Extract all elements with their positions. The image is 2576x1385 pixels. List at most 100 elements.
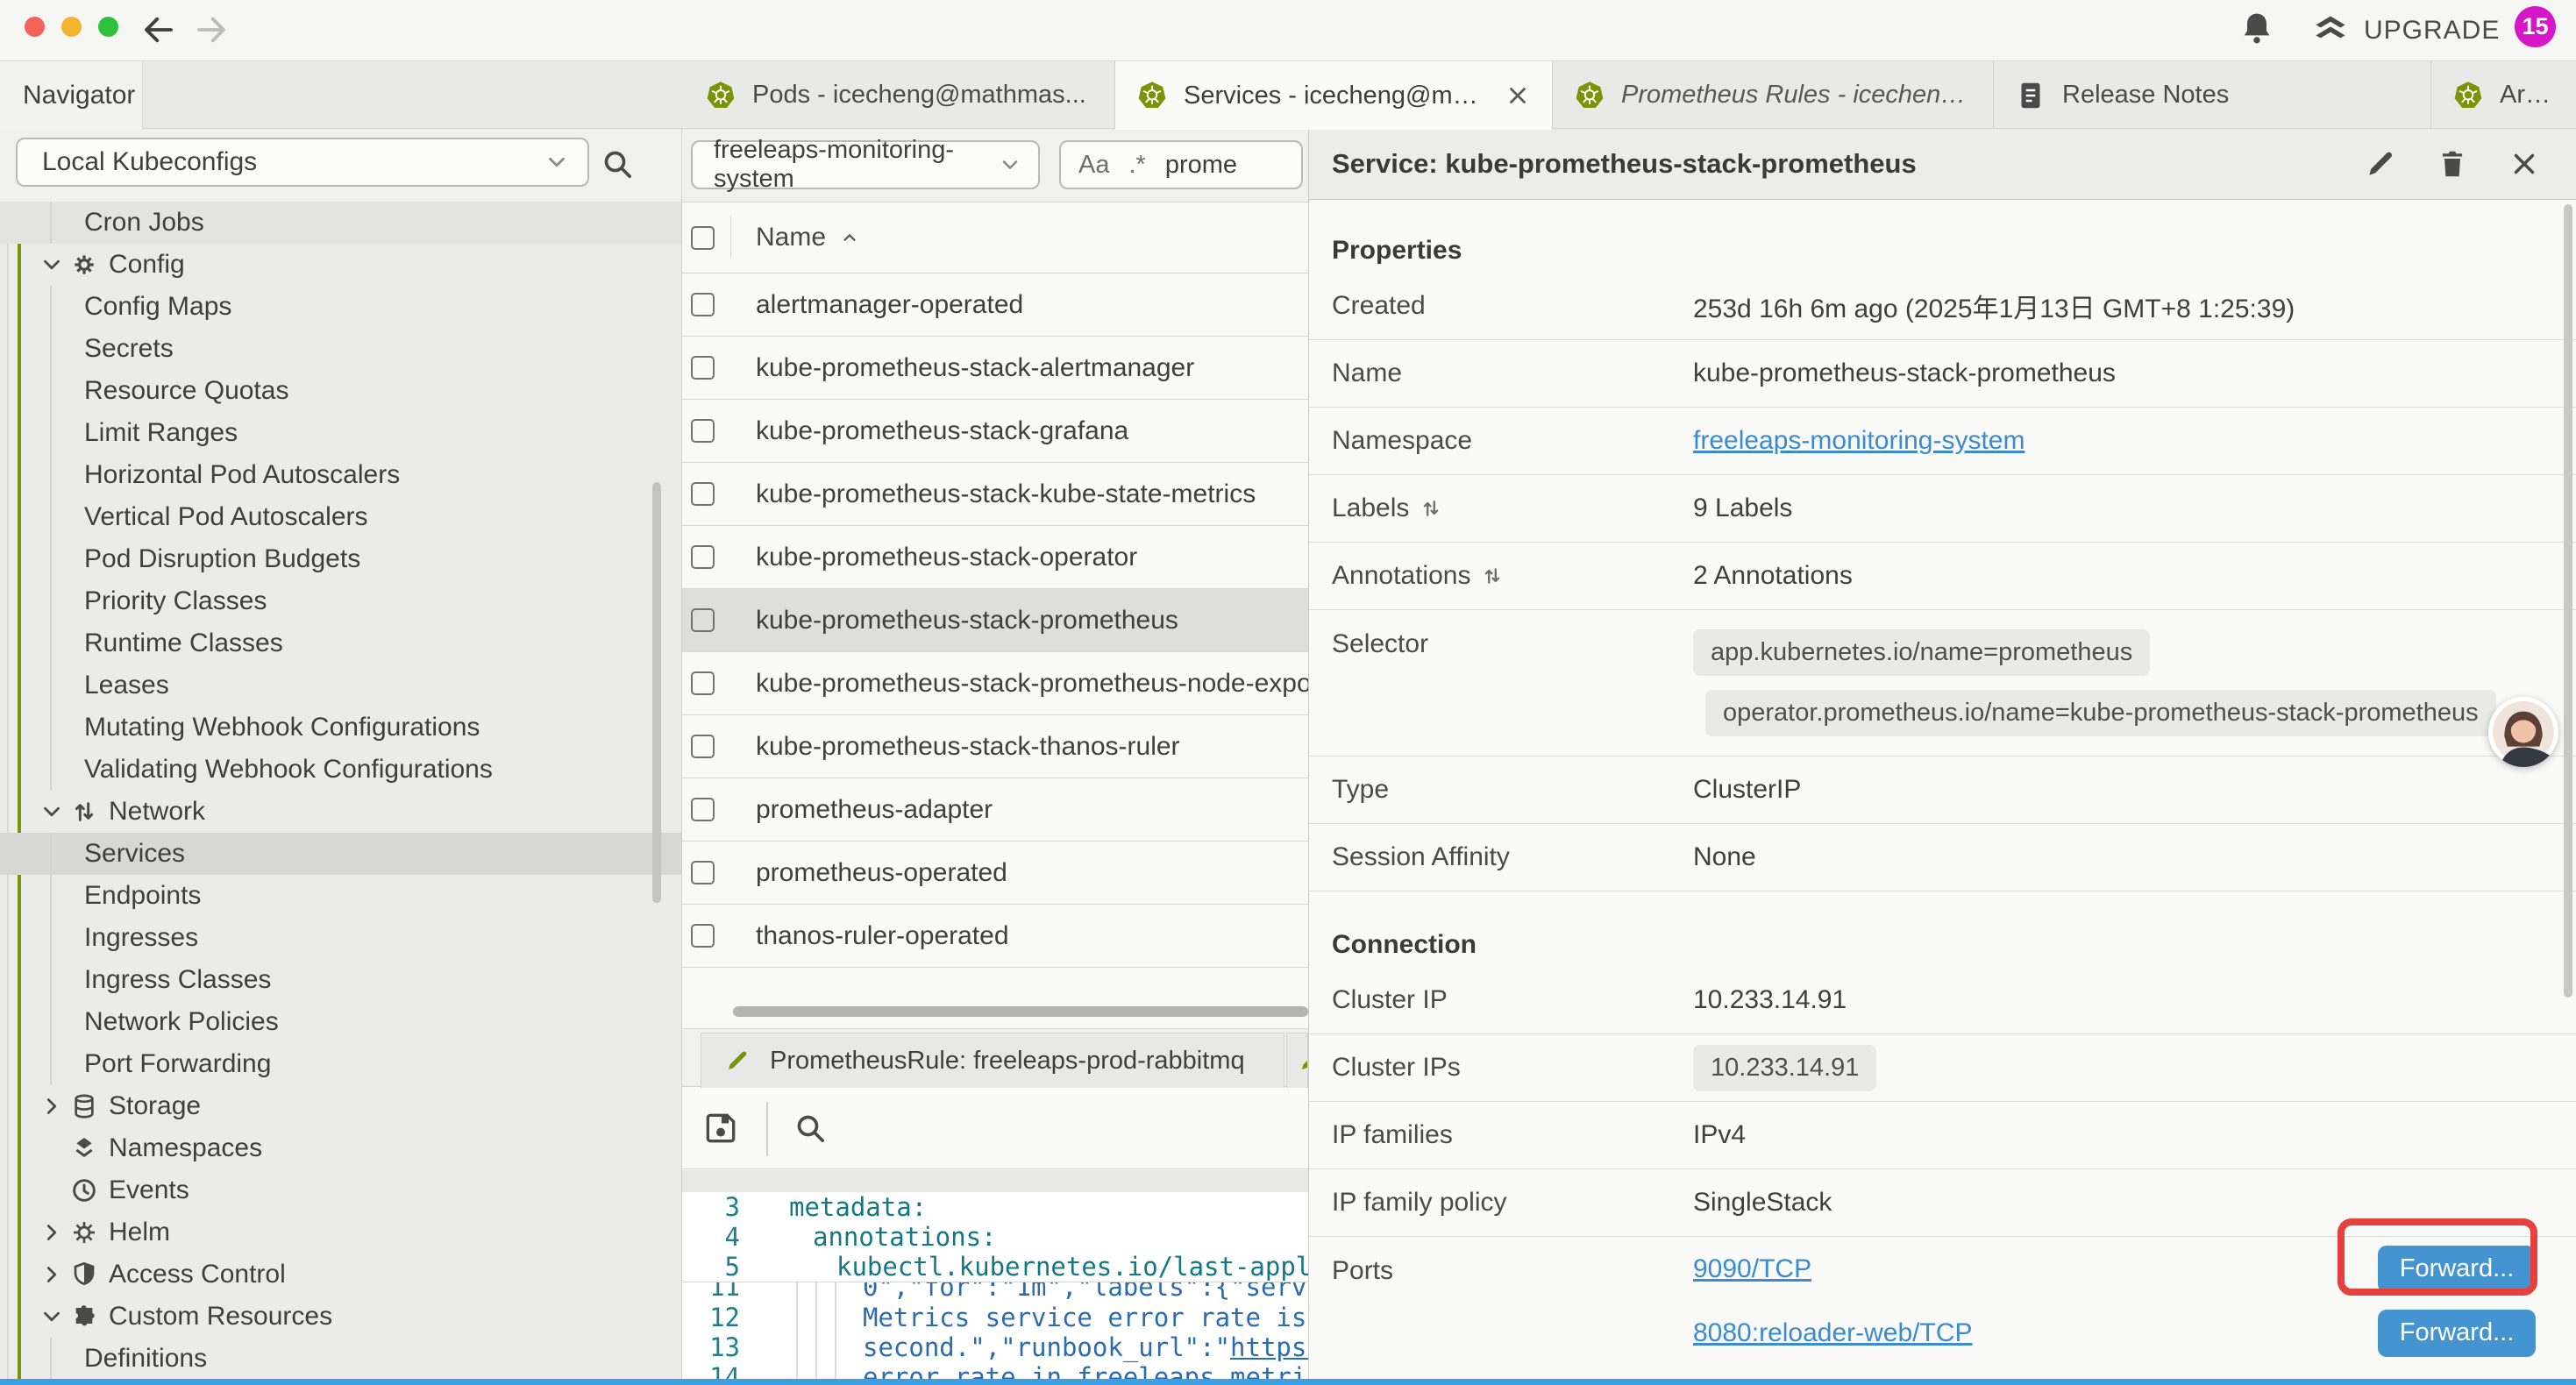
tab-release-notes[interactable]: Release Notes [1994,61,2431,129]
table-row[interactable]: kube-prometheus-stack-kube-state-metrics [682,463,1308,526]
chevron-right-icon[interactable] [39,1261,65,1288]
port-link[interactable]: 9090/TCP [1693,1254,1811,1284]
table-row[interactable]: kube-prometheus-stack-operator [682,526,1308,589]
selector-chip[interactable]: app.kubernetes.io/name=prometheus [1693,629,2150,676]
search-icon[interactable] [600,146,635,181]
sidebar-item-secrets[interactable]: Secrets [0,328,681,370]
table-row[interactable]: prometheus-adapter [682,778,1308,842]
sidebar-item-definitions[interactable]: Definitions [0,1338,681,1380]
sidebar-item-leases[interactable]: Leases [0,664,681,707]
row-checkbox[interactable] [691,798,715,821]
table-row[interactable]: kube-prometheus-stack-grafana [682,400,1308,463]
chevron-right-icon[interactable] [39,1093,65,1119]
forward-arrow-icon[interactable] [193,11,230,48]
upgrade-button[interactable]: UPGRADE [2311,0,2500,61]
tab-services-icecheng-math-[interactable]: Services - icecheng@math... [1115,61,1553,130]
tab-pods-icecheng-mathmas-[interactable]: Pods - icecheng@mathmas... [684,61,1115,129]
save-icon[interactable] [701,1109,740,1147]
sidebar-item-port-forwarding[interactable]: Port Forwarding [0,1043,681,1085]
namespace-link[interactable]: freeleaps-monitoring-system [1693,426,2025,456]
row-checkbox[interactable] [691,671,715,695]
row-checkbox[interactable] [691,356,715,380]
sidebar-item-network[interactable]: Network [0,791,681,833]
sidebar-item-network-policies[interactable]: Network Policies [0,1001,681,1043]
delete-icon[interactable] [2436,147,2469,181]
avatar[interactable] [2488,697,2558,767]
editor-tab-clipped[interactable] [1286,1033,1308,1088]
sidebar-scrollbar[interactable] [652,482,661,903]
horizontal-scrollbar[interactable] [733,1006,1308,1017]
name-column-header[interactable]: Name [756,223,826,252]
sidebar-item-pod-disruption-budgets[interactable]: Pod Disruption Budgets [0,538,681,580]
namespace-select[interactable]: freeleaps-monitoring-system [691,140,1040,189]
row-checkbox[interactable] [691,482,715,506]
sidebar-item-vertical-pod-autoscalers[interactable]: Vertical Pod Autoscalers [0,496,681,538]
table-row[interactable]: kube-prometheus-stack-prometheus [682,589,1308,652]
tab-prometheus-rules-icechen[interactable]: Prometheus Rules - icecheng... [1553,61,1994,129]
table-row[interactable]: kube-prometheus-stack-thanos-ruler [682,715,1308,778]
sidebar-item-custom-resources[interactable]: Custom Resources [0,1296,681,1338]
traffic-light-minimize-button[interactable] [61,17,82,37]
sidebar-item-cron-jobs[interactable]: Cron Jobs [0,202,681,244]
sidebar-item-ingress-classes[interactable]: Ingress Classes [0,959,681,1001]
sidebar-item-namespaces[interactable]: Namespaces [0,1127,681,1169]
filter-search-input[interactable]: Aa .* prome [1059,140,1303,189]
row-checkbox[interactable] [691,924,715,948]
tab-navigator[interactable]: Navigator [0,61,143,130]
row-checkbox[interactable] [691,608,715,632]
bell-icon[interactable] [2238,10,2276,48]
value-chip[interactable]: 10.233.14.91 [1693,1045,1876,1091]
sidebar-item-priority-classes[interactable]: Priority Classes [0,580,681,622]
tab-close-icon[interactable] [1505,82,1531,109]
notification-badge[interactable]: 15 [2515,6,2556,47]
port-link[interactable]: 8080:reloader-web/TCP [1693,1318,1973,1348]
traffic-light-close-button[interactable] [25,17,45,37]
table-row[interactable]: kube-prometheus-stack-prometheus-node-ex… [682,652,1308,715]
row-checkbox[interactable] [691,545,715,569]
sidebar-item-helm[interactable]: Helm [0,1211,681,1254]
table-row[interactable]: kube-prometheus-stack-alertmanager [682,337,1308,400]
sidebar-item-runtime-classes[interactable]: Runtime Classes [0,622,681,664]
sort-updown-icon[interactable] [1481,565,1504,587]
select-all-checkbox[interactable] [691,226,715,250]
panel-scrollbar[interactable] [2564,204,2572,998]
table-row[interactable]: prometheus-operated [682,842,1308,905]
sort-updown-icon[interactable] [1420,497,1442,520]
chevron-right-icon[interactable] [39,1219,65,1246]
sidebar-item-validating-webhook-configurations[interactable]: Validating Webhook Configurations [0,749,681,791]
selector-chip[interactable]: operator.prometheus.io/name=kube-prometh… [1705,690,2496,736]
editor-tab-prometheusrule[interactable]: PrometheusRule: freeleaps-prod-rabbitmq [701,1033,1284,1088]
chevron-down-icon[interactable] [39,1303,65,1330]
table-row[interactable]: alertmanager-operated [682,273,1308,337]
sort-ascending-icon[interactable] [838,226,861,249]
row-checkbox[interactable] [691,293,715,316]
traffic-light-zoom-button[interactable] [98,17,118,37]
match-case-toggle[interactable]: Aa [1078,151,1109,180]
sidebar-item-limit-ranges[interactable]: Limit Ranges [0,412,681,454]
close-icon[interactable] [2508,147,2541,181]
sidebar-item-mutating-webhook-configurations[interactable]: Mutating Webhook Configurations [0,707,681,749]
sidebar-item-storage[interactable]: Storage [0,1085,681,1127]
search-icon[interactable] [793,1111,828,1146]
sidebar-item-horizontal-pod-autoscalers[interactable]: Horizontal Pod Autoscalers [0,454,681,496]
sidebar-item-endpoints[interactable]: Endpoints [0,875,681,917]
regex-toggle[interactable]: .* [1128,151,1145,180]
row-checkbox[interactable] [691,735,715,758]
row-checkbox[interactable] [691,861,715,884]
sidebar-item-services[interactable]: Services [0,833,681,875]
sidebar-item-ingresses[interactable]: Ingresses [0,917,681,959]
back-arrow-icon[interactable] [140,11,177,48]
tab-argo-se[interactable]: Argo Se [2431,61,2576,129]
chevron-down-icon[interactable] [39,252,65,278]
row-checkbox[interactable] [691,419,715,443]
kubeconfig-select[interactable]: Local Kubeconfigs [16,138,589,187]
sidebar-item-config-maps[interactable]: Config Maps [0,286,681,328]
edit-icon[interactable] [2364,147,2397,181]
chevron-down-icon[interactable] [39,799,65,825]
table-row[interactable]: thanos-ruler-operated [682,905,1308,968]
sidebar-item-config[interactable]: Config [0,244,681,286]
sidebar-item-events[interactable]: Events [0,1169,681,1211]
sidebar-item-resource-quotas[interactable]: Resource Quotas [0,370,681,412]
yaml-editor[interactable]: 3metadata:4annotations:5kubectl.kubernet… [682,1192,1308,1385]
forward-button[interactable]: Forward... [2378,1310,2536,1357]
